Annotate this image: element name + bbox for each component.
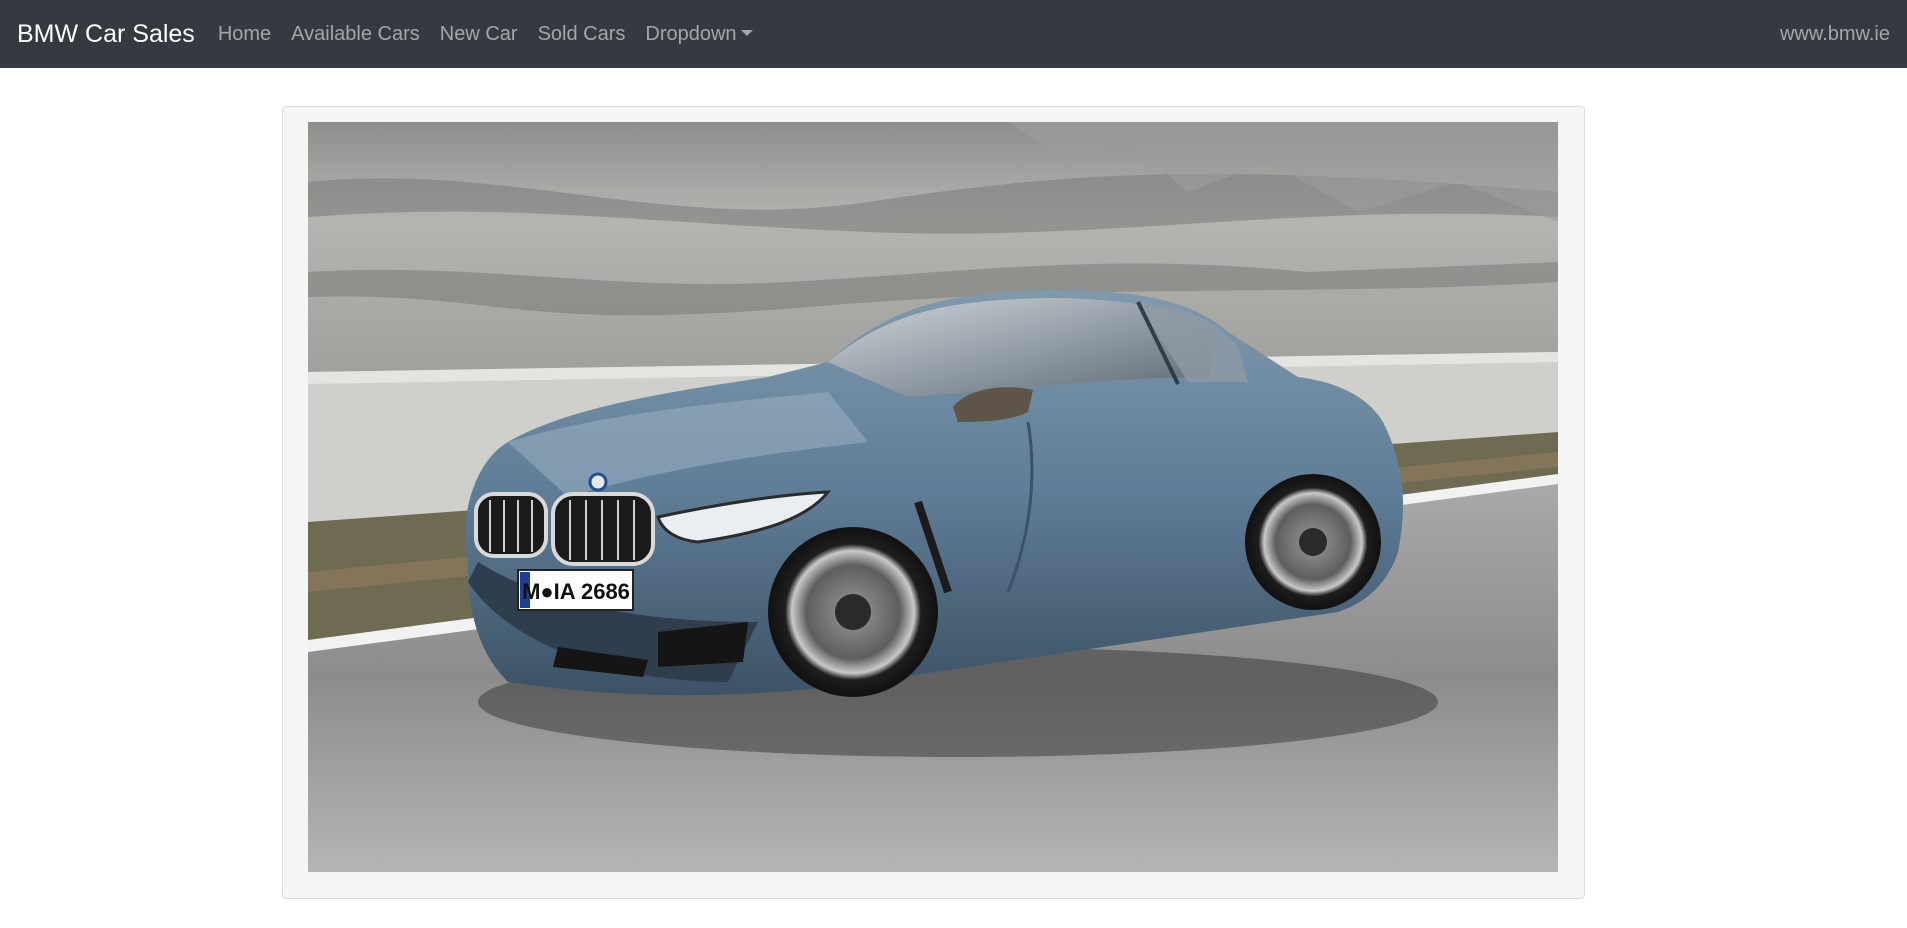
dropdown-label: Dropdown (645, 22, 737, 45)
nav-link-sold-cars[interactable]: Sold Cars (528, 23, 636, 46)
nav-link-home[interactable]: Home (208, 23, 281, 46)
hero-panel: M●IA 2686 (282, 106, 1585, 899)
svg-text:M●IA 2686: M●IA 2686 (522, 579, 630, 604)
caret-down-icon (740, 29, 753, 36)
nav-link-new-car[interactable]: New Car (430, 23, 528, 46)
nav-links: Home Available Cars New Car Sold Cars Dr… (208, 23, 763, 46)
brand-link[interactable]: BMW Car Sales (17, 20, 195, 49)
nav-link-available-cars[interactable]: Available Cars (281, 23, 430, 46)
car-photo: M●IA 2686 (308, 122, 1558, 872)
nav-dropdown-toggle[interactable]: Dropdown (635, 23, 762, 46)
top-navbar: BMW Car Sales Home Available Cars New Ca… (0, 0, 1907, 68)
external-site-link[interactable]: www.bmw.ie (1780, 23, 1890, 46)
license-plate: M●IA 2686 (517, 569, 634, 611)
